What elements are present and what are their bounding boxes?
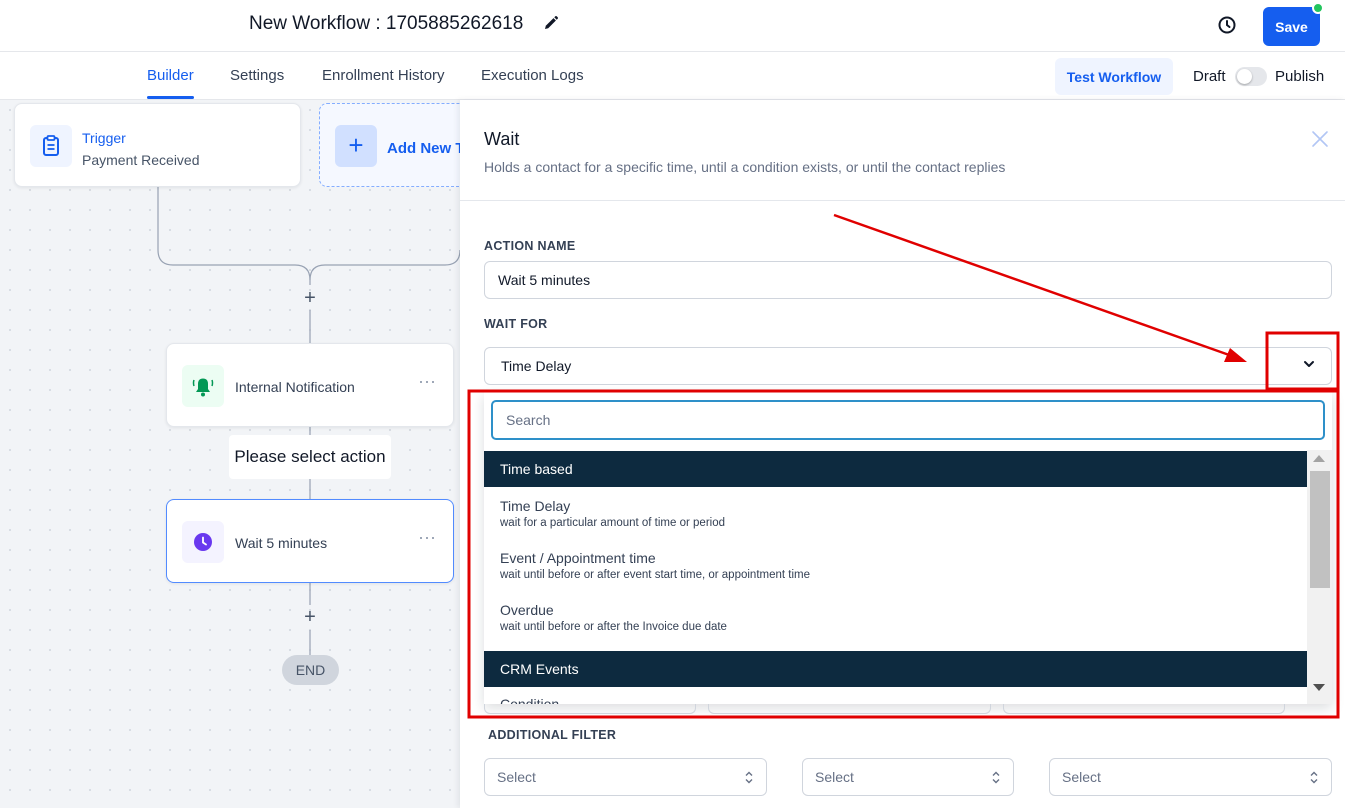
- scroll-thumb[interactable]: [1310, 471, 1330, 588]
- scroll-up-arrow[interactable]: [1313, 455, 1325, 462]
- group-header-time-based: Time based: [484, 451, 1307, 487]
- tab-builder[interactable]: Builder: [147, 67, 194, 84]
- hidden-select: [484, 704, 696, 714]
- close-icon[interactable]: [1311, 130, 1329, 148]
- wait-for-label: WAIT FOR: [484, 317, 548, 331]
- tab-enrollment-history[interactable]: Enrollment History: [322, 67, 445, 84]
- workflow-title: New Workflow : 1705885262618: [249, 13, 524, 34]
- option-title: Condition: [500, 696, 560, 704]
- add-new-trigger-label: Add New T: [387, 140, 460, 157]
- bell-icon: [182, 365, 224, 407]
- panel-description: Holds a contact for a specific time, unt…: [484, 159, 1006, 175]
- add-new-trigger-button[interactable]: + Add New T: [319, 103, 460, 187]
- wait-for-dropdown: Search Time based Time Delay wait for a …: [484, 392, 1332, 704]
- edit-icon[interactable]: [543, 15, 559, 31]
- group-header-crm-events: CRM Events: [484, 651, 1307, 687]
- option-subtitle: wait for a particular amount of time or …: [500, 517, 725, 529]
- add-step-plus-icon[interactable]: +: [300, 287, 320, 310]
- option-title: Overdue: [500, 602, 554, 618]
- history-icon[interactable]: [1216, 14, 1238, 36]
- dropdown-scrollbar[interactable]: [1307, 450, 1332, 704]
- clipboard-icon: [30, 125, 72, 167]
- active-tab-indicator: [147, 96, 194, 99]
- trigger-subtitle: Payment Received: [82, 152, 200, 168]
- wait-settings-panel: Wait Holds a contact for a specific time…: [460, 100, 1345, 808]
- option-title: Event / Appointment time: [500, 550, 656, 566]
- filter-select[interactable]: Select: [484, 758, 767, 796]
- clock-icon: [182, 521, 224, 563]
- wait-node[interactable]: Wait 5 minutes ⋯: [166, 499, 454, 583]
- action-name-label: ACTION NAME: [484, 239, 576, 253]
- action-tooltip: Please select action: [229, 435, 391, 479]
- top-header: New Workflow : 1705885262618 Save: [0, 0, 1345, 52]
- option-subtitle: wait until before or after the Invoice d…: [500, 621, 727, 633]
- hidden-select: [1003, 704, 1285, 714]
- toggle-knob: [1237, 69, 1252, 84]
- updown-chevron-icon: [992, 771, 1000, 784]
- filter-select-value: Select: [815, 769, 854, 785]
- publish-toggle[interactable]: [1235, 67, 1267, 86]
- divider: [460, 200, 1345, 201]
- internal-notification-label: Internal Notification: [235, 379, 355, 395]
- plus-icon: +: [335, 125, 377, 167]
- save-button[interactable]: Save: [1263, 7, 1320, 46]
- end-node: END: [282, 655, 339, 685]
- filter-select-value: Select: [1062, 769, 1101, 785]
- trigger-title: Trigger: [82, 130, 126, 146]
- chevron-down-icon[interactable]: [1302, 357, 1316, 371]
- option-subtitle: wait until before or after event start t…: [500, 569, 811, 581]
- workflow-canvas[interactable]: Trigger Payment Received + Add New T + I…: [0, 100, 460, 808]
- wait-node-label: Wait 5 minutes: [235, 535, 328, 551]
- action-name-input[interactable]: Wait 5 minutes: [484, 261, 1332, 299]
- additional-filter-label: ADDITIONAL FILTER: [488, 728, 617, 742]
- publish-label: Publish: [1275, 68, 1325, 85]
- wait-for-select[interactable]: Time Delay: [484, 347, 1332, 385]
- test-workflow-button[interactable]: Test Workflow: [1055, 58, 1173, 95]
- panel-title: Wait: [484, 129, 520, 149]
- dropdown-search-input[interactable]: Search: [491, 400, 1325, 440]
- tab-bar: Builder Settings Enrollment History Exec…: [0, 52, 1345, 100]
- trigger-node[interactable]: Trigger Payment Received: [14, 103, 301, 187]
- tab-settings[interactable]: Settings: [230, 67, 284, 84]
- add-step-plus-icon[interactable]: +: [300, 606, 320, 629]
- internal-notification-node[interactable]: Internal Notification ⋯: [166, 343, 454, 427]
- scroll-down-arrow[interactable]: [1313, 684, 1325, 691]
- hidden-select: [708, 704, 991, 714]
- updown-chevron-icon: [745, 771, 753, 784]
- draft-label: Draft: [1193, 68, 1226, 85]
- tab-execution-logs[interactable]: Execution Logs: [481, 67, 584, 84]
- more-options-icon[interactable]: ⋯: [418, 372, 437, 393]
- filter-select[interactable]: Select: [1049, 758, 1332, 796]
- status-dot: [1312, 2, 1324, 14]
- filter-select[interactable]: Select: [802, 758, 1014, 796]
- more-options-icon[interactable]: ⋯: [418, 528, 437, 549]
- filter-select-value: Select: [497, 769, 536, 785]
- option-title: Time Delay: [500, 498, 571, 514]
- updown-chevron-icon: [1310, 771, 1318, 784]
